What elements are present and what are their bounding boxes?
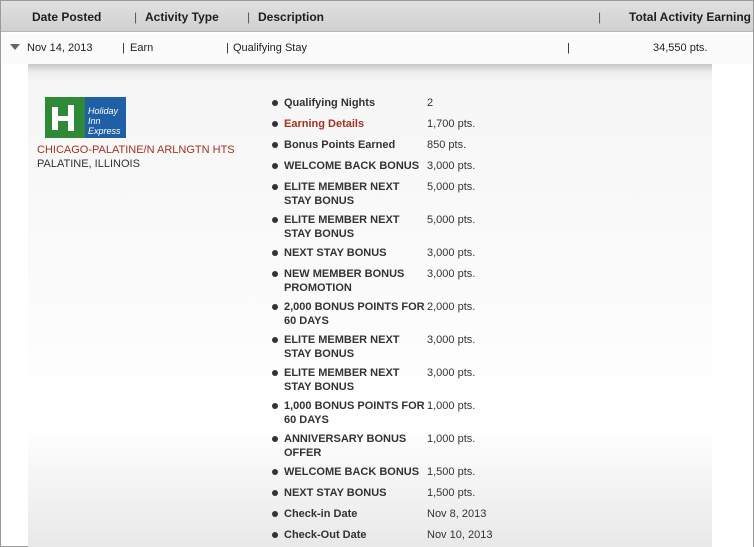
- detail-value: 3,000 pts.: [427, 247, 476, 259]
- table-row[interactable]: Nov 14, 2013 | Earn | Qualifying Stay | …: [1, 33, 753, 64]
- bullet-icon: [272, 142, 278, 148]
- bullet-icon: [272, 436, 278, 442]
- row-description: Qualifying Stay: [233, 42, 307, 54]
- bullet-icon: [272, 469, 278, 475]
- detail-value: 3,000 pts.: [427, 367, 476, 379]
- row-date: Nov 14, 2013: [27, 42, 93, 54]
- detail-label: ANNIVERSARY BONUS OFFER: [284, 433, 407, 459]
- detail-label: 2,000 BONUS POINTS FOR 60 DAYS: [284, 301, 425, 327]
- detail-label: WELCOME BACK BONUS: [284, 466, 420, 478]
- detail-value: 5,000 pts.: [427, 181, 476, 193]
- detail-value: 3,000 pts.: [427, 160, 476, 172]
- detail-label: Qualifying Nights: [284, 97, 376, 109]
- detail-label: NEXT STAY BONUS: [284, 487, 387, 499]
- bullet-icon: [272, 217, 278, 223]
- detail-label: ELITE MEMBER NEXT STAY BONUS: [284, 214, 400, 240]
- bullet-icon: [272, 304, 278, 310]
- bullet-icon: [272, 532, 278, 538]
- detail-value: 1,700 pts.: [427, 118, 476, 130]
- detail-value: 2: [427, 97, 434, 109]
- detail-value: Nov 8, 2013: [427, 508, 487, 520]
- expand-arrow-icon[interactable]: [10, 44, 20, 50]
- header-description[interactable]: Description: [258, 10, 324, 24]
- hotel-name-link[interactable]: CHICAGO-PALATINE/N ARLNGTN HTS: [37, 144, 235, 156]
- row-activity-type: Earn: [130, 42, 154, 54]
- detail-label: Bonus Points Earned: [284, 139, 396, 151]
- header-total-earning[interactable]: Total Activity Earning: [629, 10, 751, 24]
- detail-label: WELCOME BACK BONUS: [284, 160, 420, 172]
- detail-value: 2,000 pts.: [427, 301, 476, 313]
- detail-label: NEW MEMBER BONUS PROMOTION: [284, 268, 405, 294]
- logo-wordmark: Holiday Inn Express: [85, 97, 126, 138]
- row-total: 34,550 pts.: [653, 42, 708, 54]
- table-header: Date Posted | Activity Type | Descriptio…: [1, 1, 753, 32]
- header-date-posted[interactable]: Date Posted: [32, 10, 101, 24]
- detail-label: NEXT STAY BONUS: [284, 247, 387, 259]
- bullet-icon: [272, 370, 278, 376]
- detail-value: 1,000 pts.: [427, 400, 476, 412]
- bullet-icon: [272, 250, 278, 256]
- detail-label: Check-in Date: [284, 508, 358, 520]
- panel-margin: [712, 64, 753, 547]
- detail-value: 1,000 pts.: [427, 433, 476, 445]
- row-separator: |: [567, 42, 570, 54]
- detail-label: ELITE MEMBER NEXT STAY BONUS: [284, 367, 400, 393]
- bullet-icon: [272, 100, 278, 106]
- detail-value: 1,500 pts.: [427, 466, 476, 478]
- header-separator: |: [598, 10, 602, 24]
- bullet-icon: [272, 271, 278, 277]
- detail-label: Check-Out Date: [284, 529, 367, 541]
- row-separator: |: [122, 42, 125, 54]
- detail-value: Nov 10, 2013: [427, 529, 493, 541]
- detail-value: 1,500 pts.: [427, 487, 476, 499]
- earning-details-link[interactable]: Earning Details: [284, 117, 428, 131]
- hotel-city: PALATINE, ILLINOIS: [37, 158, 140, 170]
- header-separator: |: [134, 10, 138, 24]
- bullet-icon: [272, 337, 278, 343]
- detail-label: ELITE MEMBER NEXT STAY BONUS: [284, 181, 400, 207]
- hotel-logo: Holiday Inn Express: [45, 97, 126, 138]
- bullet-icon: [272, 184, 278, 190]
- header-separator: |: [247, 10, 251, 24]
- detail-value: 3,000 pts.: [427, 268, 476, 280]
- bullet-icon: [272, 121, 278, 127]
- bullet-icon: [272, 163, 278, 169]
- logo-h-icon: [45, 97, 85, 138]
- detail-value: 3,000 pts.: [427, 334, 476, 346]
- detail-label: 1,000 BONUS POINTS FOR 60 DAYS: [284, 400, 425, 426]
- bullet-icon: [272, 511, 278, 517]
- header-activity-type[interactable]: Activity Type: [145, 10, 219, 24]
- row-separator: |: [226, 42, 229, 54]
- detail-value: 850 pts.: [427, 139, 467, 151]
- detail-value: 5,000 pts.: [427, 214, 476, 226]
- detail-label: ELITE MEMBER NEXT STAY BONUS: [284, 334, 400, 360]
- bullet-icon: [272, 403, 278, 409]
- bullet-icon: [272, 490, 278, 496]
